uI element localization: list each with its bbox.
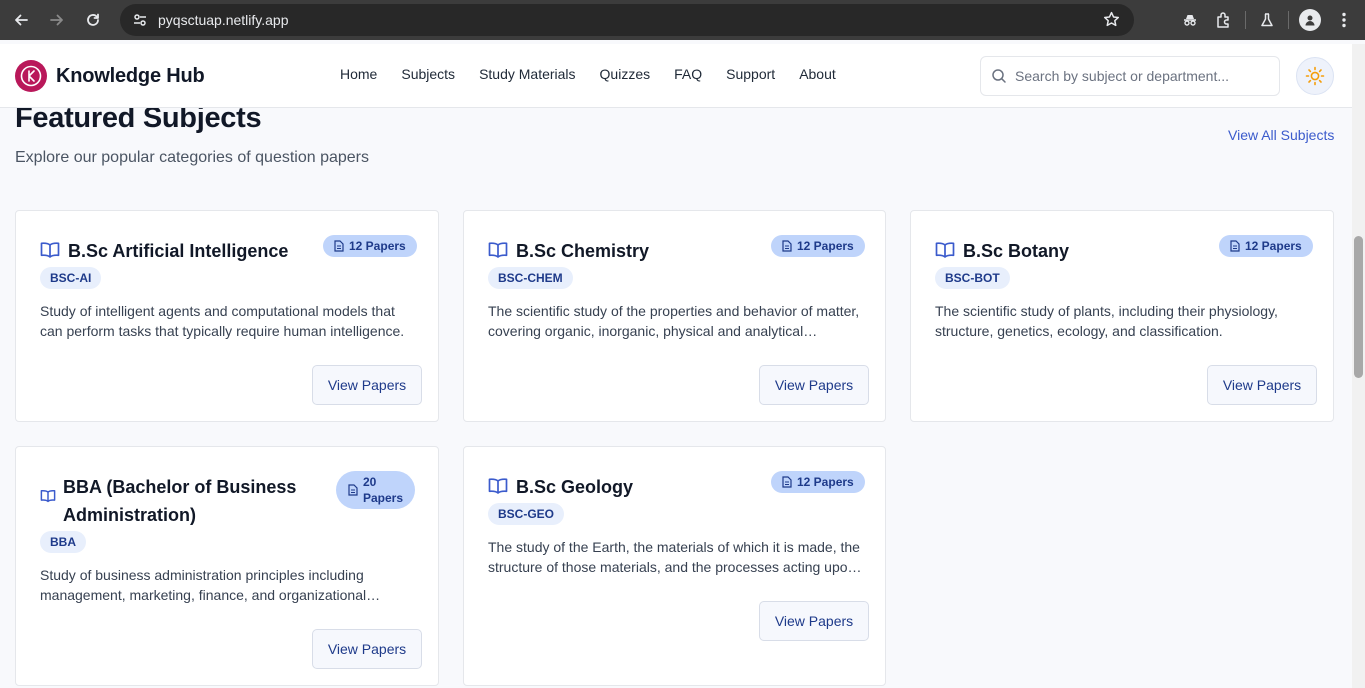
labs-icon[interactable]	[1250, 0, 1284, 40]
document-icon	[334, 240, 344, 252]
forward-arrow-icon[interactable]	[39, 0, 75, 40]
view-papers-button[interactable]: View Papers	[312, 629, 422, 669]
browser-toolbar: pyqsctuap.netlify.app	[0, 0, 1365, 40]
search-box	[980, 56, 1280, 96]
papers-count-badge: 12 Papers	[1219, 235, 1313, 257]
address-bar[interactable]: pyqsctuap.netlify.app	[120, 4, 1134, 36]
brand[interactable]: Knowledge Hub	[15, 60, 205, 92]
section-subtitle: Explore our popular categories of questi…	[15, 149, 369, 166]
scrollbar-thumb[interactable]	[1354, 236, 1363, 378]
subject-card: B.Sc Botany 12 Papers BSC-BOT The scient…	[910, 210, 1334, 422]
card-title: BBA (Bachelor of Business Administration…	[63, 477, 297, 525]
reload-icon[interactable]	[75, 0, 111, 40]
subject-code-badge: BBA	[40, 531, 86, 553]
papers-count-badge: 20 Papers	[336, 471, 416, 509]
papers-count-badge: 12 Papers	[771, 471, 865, 493]
papers-count-badge: 12 Papers	[771, 235, 865, 257]
view-papers-button[interactable]: View Papers	[1207, 365, 1317, 405]
subject-card: B.Sc Geology 12 Papers BSC-GEO The study…	[463, 446, 886, 686]
nav-about[interactable]: About	[799, 66, 836, 82]
card-description: The study of the Earth, the materials of…	[488, 539, 860, 575]
subject-code-badge: BSC-AI	[40, 267, 102, 289]
document-icon	[782, 240, 792, 252]
nav-quizzes[interactable]: Quizzes	[600, 66, 651, 82]
nav-support[interactable]: Support	[726, 66, 775, 82]
book-icon	[40, 241, 60, 259]
subject-card: B.Sc Chemistry 12 Papers BSC-CHEM The sc…	[463, 210, 886, 422]
nav-subjects[interactable]: Subjects	[401, 66, 455, 82]
subject-code-badge: BSC-GEO	[488, 503, 565, 525]
book-icon	[935, 241, 955, 259]
site-info-icon[interactable]	[124, 12, 156, 28]
site-header: Knowledge Hub Home Subjects Study Materi…	[0, 44, 1352, 108]
back-arrow-icon[interactable]	[3, 0, 39, 40]
card-title: B.Sc Chemistry	[516, 241, 650, 261]
book-icon	[40, 489, 56, 503]
toolbar-divider	[1245, 11, 1246, 29]
kebab-menu-icon[interactable]	[1327, 0, 1361, 40]
nav-home[interactable]: Home	[340, 66, 377, 82]
profile-icon[interactable]	[1293, 0, 1327, 40]
search-icon	[991, 68, 1007, 84]
bookmark-star-icon[interactable]	[1103, 11, 1120, 33]
main-nav: Home Subjects Study Materials Quizzes FA…	[340, 66, 860, 82]
card-title: B.Sc Geology	[516, 477, 634, 497]
card-description: The scientific study of the properties a…	[488, 303, 860, 339]
subject-code-badge: BSC-CHEM	[488, 267, 573, 289]
view-papers-button[interactable]: View Papers	[759, 365, 869, 405]
nav-study-materials[interactable]: Study Materials	[479, 66, 575, 82]
subject-code-badge: BSC-BOT	[935, 267, 1010, 289]
papers-count-badge: 12 Papers	[323, 235, 417, 257]
card-description: The scientific study of plants, includin…	[935, 303, 1278, 339]
book-icon	[488, 477, 508, 495]
document-icon	[1230, 240, 1240, 252]
document-icon	[348, 484, 358, 496]
card-description: Study of intelligent agents and computat…	[40, 303, 405, 339]
logo-icon	[15, 60, 47, 92]
incognito-icon[interactable]	[1173, 0, 1207, 40]
subject-card: BBA (Bachelor of Business Administration…	[15, 446, 439, 686]
search-input[interactable]	[1015, 68, 1265, 84]
book-icon	[488, 241, 508, 259]
view-papers-button[interactable]: View Papers	[759, 601, 869, 641]
card-title: B.Sc Botany	[963, 241, 1070, 261]
subject-card: B.Sc Artificial Intelligence 12 Papers B…	[15, 210, 439, 422]
extensions-icon[interactable]	[1207, 0, 1241, 40]
address-url[interactable]: pyqsctuap.netlify.app	[158, 12, 289, 28]
view-papers-button[interactable]: View Papers	[312, 365, 422, 405]
sun-icon	[1305, 66, 1325, 86]
card-description: Study of business administration princip…	[40, 567, 367, 603]
theme-toggle-button[interactable]	[1296, 57, 1334, 95]
document-icon	[782, 476, 792, 488]
card-title: B.Sc Artificial Intelligence	[68, 241, 289, 261]
brand-name: Knowledge Hub	[56, 64, 205, 87]
toolbar-divider	[1288, 11, 1289, 29]
view-all-subjects-link[interactable]: View All Subjects	[1228, 127, 1334, 143]
page-scrollbar[interactable]	[1352, 44, 1365, 688]
nav-faq[interactable]: FAQ	[674, 66, 702, 82]
